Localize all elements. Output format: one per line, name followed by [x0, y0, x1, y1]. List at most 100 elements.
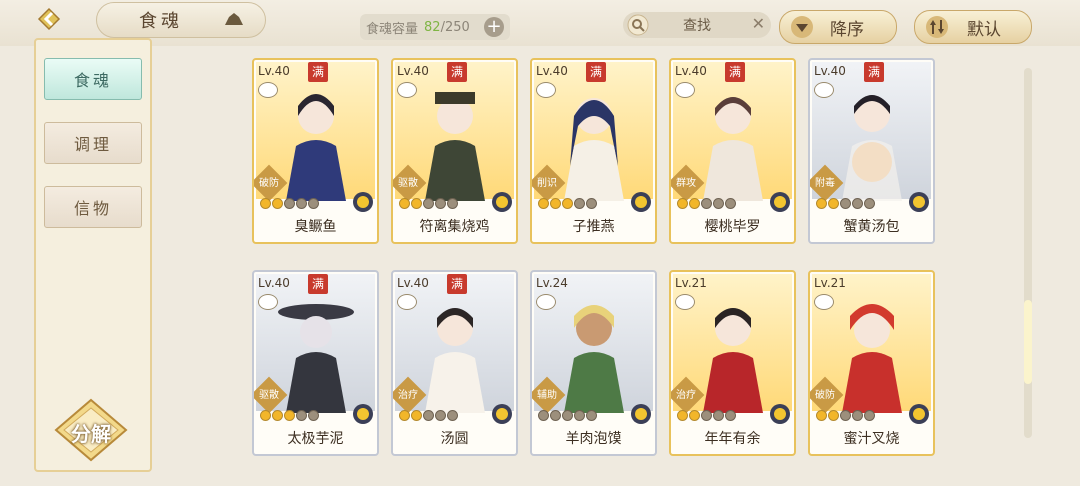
- food-soul-card[interactable]: Lv.40 满 治疗 汤圆: [391, 270, 518, 456]
- add-capacity-button[interactable]: +: [484, 17, 504, 37]
- star-rating: [260, 410, 319, 421]
- sort-mode-button[interactable]: 默认: [914, 10, 1032, 44]
- star-icon: [725, 410, 736, 421]
- character-art-icon: [278, 304, 354, 413]
- character-name: 羊肉泡馍: [565, 431, 622, 447]
- star-icon: [828, 198, 839, 209]
- chef-hat-icon: [225, 13, 243, 25]
- star-icon: [284, 198, 295, 209]
- flower-icon: [909, 192, 929, 212]
- character-name: 樱桃毕罗: [704, 219, 761, 235]
- sidebar-item-xinwu[interactable]: 信物: [44, 186, 142, 228]
- star-icon: [574, 198, 585, 209]
- star-icon: [725, 198, 736, 209]
- character-name: 子推燕: [572, 219, 615, 235]
- character-name: 蜜汁叉烧: [843, 431, 900, 447]
- decompose-button[interactable]: 分解: [52, 398, 130, 462]
- bowl-icon: [675, 294, 695, 310]
- sort-swap-icon: [926, 16, 948, 38]
- max-badge: 满: [447, 274, 467, 294]
- star-rating: [677, 410, 736, 421]
- bowl-icon: [814, 294, 834, 310]
- star-icon: [272, 198, 283, 209]
- level-label: Lv.40: [397, 64, 429, 78]
- scrollbar-thumb[interactable]: [1024, 300, 1032, 384]
- star-icon: [852, 198, 863, 209]
- level-label: Lv.21: [675, 276, 707, 290]
- back-arrow-icon: [37, 7, 61, 31]
- role-label: 破防: [815, 390, 835, 401]
- star-rating: [538, 198, 597, 209]
- star-icon: [399, 198, 410, 209]
- sidebar-item-tiaoli[interactable]: 调理: [44, 122, 142, 164]
- star-icon: [423, 410, 434, 421]
- star-icon: [308, 198, 319, 209]
- star-icon: [411, 198, 422, 209]
- star-icon: [435, 410, 446, 421]
- star-rating: [399, 410, 458, 421]
- sidebar-item-label: 调理: [73, 135, 112, 154]
- clear-search-icon[interactable]: ✕: [752, 14, 765, 33]
- sidebar-item-shihun[interactable]: 食魂: [44, 58, 142, 100]
- star-icon: [701, 198, 712, 209]
- flower-icon: [353, 404, 373, 424]
- character-art-icon: [703, 308, 763, 413]
- character-name: 太极芋泥: [287, 431, 344, 447]
- flower-icon: [909, 404, 929, 424]
- level-label: Lv.40: [675, 64, 707, 78]
- max-badge: 满: [864, 62, 884, 82]
- role-label: 群攻: [676, 178, 696, 189]
- star-icon: [562, 198, 573, 209]
- character-art-icon: [564, 98, 624, 201]
- decompose-label: 分解: [71, 422, 111, 446]
- character-name: 汤圆: [440, 431, 469, 447]
- food-soul-card[interactable]: Lv.40 满 驱散 符离集烧鸡: [391, 58, 518, 244]
- star-icon: [689, 198, 700, 209]
- star-icon: [840, 198, 851, 209]
- search-input[interactable]: 查找 ✕: [623, 12, 771, 38]
- flower-icon: [631, 404, 651, 424]
- character-art-icon: [286, 94, 346, 201]
- flower-icon: [492, 404, 512, 424]
- star-icon: [284, 410, 295, 421]
- sidebar-item-label: 信物: [73, 199, 112, 218]
- star-icon: [447, 198, 458, 209]
- character-art-icon: [564, 305, 624, 413]
- flower-icon: [770, 404, 790, 424]
- flower-icon: [353, 192, 373, 212]
- star-icon: [677, 198, 688, 209]
- food-soul-card[interactable]: Lv.40 满 附毒 蟹黄汤包: [808, 58, 935, 244]
- bowl-icon: [258, 294, 278, 310]
- capacity-label: 食魂容量: [366, 21, 419, 37]
- food-soul-card[interactable]: Lv.40 满 群攻 樱桃毕罗: [669, 58, 796, 244]
- star-icon: [435, 198, 446, 209]
- back-button[interactable]: [6, 2, 92, 36]
- star-icon: [538, 198, 549, 209]
- role-label: 破防: [259, 178, 279, 189]
- star-icon: [701, 410, 712, 421]
- food-soul-card[interactable]: Lv.40 满 削识 子推燕: [530, 58, 657, 244]
- bowl-icon: [397, 294, 417, 310]
- sort-order-button[interactable]: 降序: [779, 10, 897, 44]
- character-art-icon: [425, 92, 485, 201]
- star-icon: [828, 410, 839, 421]
- sort-mode-label: 默认: [967, 19, 1001, 40]
- star-icon: [411, 410, 422, 421]
- food-soul-card[interactable]: Lv.24 辅助 羊肉泡馍: [530, 270, 657, 456]
- max-badge: 满: [725, 62, 745, 82]
- food-soul-card[interactable]: Lv.40 满 破防 臭鳜鱼: [252, 58, 379, 244]
- star-icon: [260, 410, 271, 421]
- sort-descending-icon: [791, 16, 813, 38]
- food-soul-card[interactable]: Lv.21 治疗 年年有余: [669, 270, 796, 456]
- star-rating: [816, 410, 875, 421]
- food-soul-card[interactable]: Lv.21 破防 蜜汁叉烧: [808, 270, 935, 456]
- star-icon: [689, 410, 700, 421]
- character-art-icon: [425, 308, 485, 413]
- food-soul-card[interactable]: Lv.40 满 驱散 太极芋泥: [252, 270, 379, 456]
- star-rating: [538, 410, 597, 421]
- search-placeholder: 查找: [683, 18, 711, 34]
- star-icon: [308, 410, 319, 421]
- level-label: Lv.21: [814, 276, 846, 290]
- scrollbar[interactable]: [1024, 68, 1032, 438]
- bowl-icon: [675, 82, 695, 98]
